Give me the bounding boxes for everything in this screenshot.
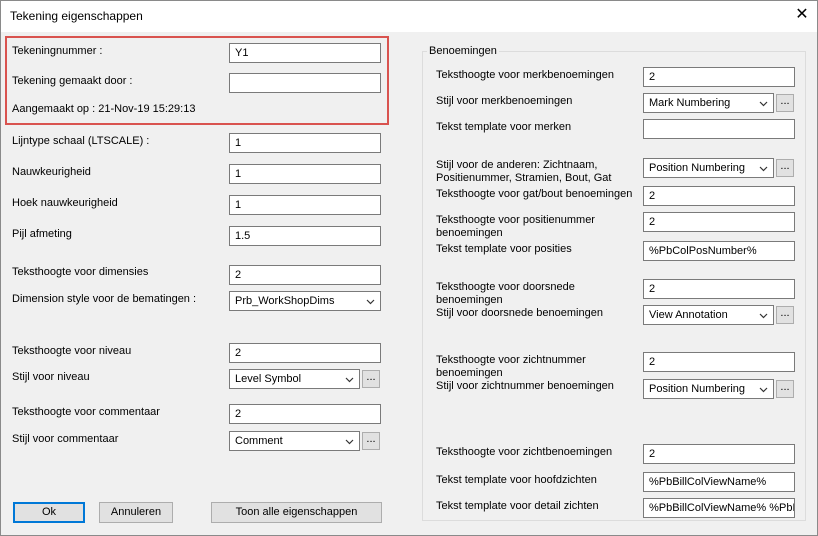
detail-view-template-input[interactable]: %PbBillColViewName% %PbBi [643, 498, 795, 518]
angle-precision-input[interactable]: 1 [229, 195, 381, 215]
drawing-number-label: Tekeningnummer : [12, 45, 103, 57]
created-label: Aangemaakt op : 21-Nov-19 15:29:13 [12, 103, 196, 115]
other-style-select[interactable]: Position Numbering [643, 158, 774, 178]
viewnum-text-height-label-line1: Teksthoogte voor zichtnummer [436, 354, 586, 366]
hole-bolt-text-height-label: Teksthoogte voor gat/bout benoemingen [436, 188, 633, 200]
chevron-down-icon [759, 387, 768, 393]
comment-style-select[interactable]: Comment [229, 431, 360, 451]
view-text-height-input[interactable]: 2 [643, 444, 795, 464]
precision-label: Nauwkeurigheid [12, 166, 91, 178]
drawn-by-input[interactable] [229, 73, 381, 93]
precision-input[interactable]: 1 [229, 164, 381, 184]
mark-style-browse-button[interactable]: ... [776, 94, 794, 112]
posnum-text-height-input[interactable]: 2 [643, 212, 795, 232]
detail-view-template-label: Tekst template voor detail zichten [436, 500, 599, 512]
viewnum-style-value: Position Numbering [649, 383, 745, 395]
section-text-height-label-line2: benoemingen [436, 294, 503, 306]
level-style-label: Stijl voor niveau [12, 371, 90, 383]
mark-template-input[interactable] [643, 119, 795, 139]
viewnum-style-browse-button[interactable]: ... [776, 380, 794, 398]
posnum-text-height-label-line2: benoemingen [436, 227, 503, 239]
view-text-height-label: Teksthoogte voor zichtbenoemingen [436, 446, 613, 458]
other-style-label-line1: Stijl voor de anderen: Zichtnaam, [436, 159, 598, 171]
comment-text-height-label: Teksthoogte voor commentaar [12, 406, 160, 418]
comment-text-height-input[interactable]: 2 [229, 404, 381, 424]
mark-style-select[interactable]: Mark Numbering [643, 93, 774, 113]
show-all-properties-button[interactable]: Toon alle eigenschappen [211, 502, 382, 523]
section-text-height-input[interactable]: 2 [643, 279, 795, 299]
ltscale-input[interactable]: 1 [229, 133, 381, 153]
viewnum-text-height-input[interactable]: 2 [643, 352, 795, 372]
chevron-down-icon [759, 166, 768, 172]
other-style-browse-button[interactable]: ... [776, 159, 794, 177]
viewnum-text-height-label-line2: benoemingen [436, 367, 503, 379]
section-style-label: Stijl voor doorsnede benoemingen [436, 307, 603, 319]
mark-style-value: Mark Numbering [649, 97, 731, 109]
main-view-template-label: Tekst template voor hoofdzichten [436, 474, 597, 486]
dim-text-height-label: Teksthoogte voor dimensies [12, 266, 149, 278]
posnum-text-height-label-line1: Teksthoogte voor positienummer [436, 214, 595, 226]
hole-bolt-text-height-input[interactable]: 2 [643, 186, 795, 206]
mark-text-height-input[interactable]: 2 [643, 67, 795, 87]
chevron-down-icon [366, 299, 375, 305]
section-style-select[interactable]: View Annotation [643, 305, 774, 325]
arrow-size-input[interactable]: 1.5 [229, 226, 381, 246]
section-text-height-label-line1: Teksthoogte voor doorsnede [436, 281, 575, 293]
comment-style-browse-button[interactable]: ... [362, 432, 380, 450]
main-view-template-input[interactable]: %PbBillColViewName% [643, 472, 795, 492]
level-style-browse-button[interactable]: ... [362, 370, 380, 388]
dim-style-select[interactable]: Prb_WorkShopDims [229, 291, 381, 311]
cancel-button[interactable]: Annuleren [99, 502, 173, 523]
level-text-height-input[interactable]: 2 [229, 343, 381, 363]
ltscale-label: Lijntype schaal (LTSCALE) : [12, 135, 150, 147]
other-style-value: Position Numbering [649, 162, 745, 174]
chevron-down-icon [759, 313, 768, 319]
drawing-number-input[interactable]: Y1 [229, 43, 381, 63]
position-template-label: Tekst template voor posities [436, 243, 572, 255]
comment-style-value: Comment [235, 435, 283, 447]
position-template-input[interactable]: %PbColPosNumber% [643, 241, 795, 261]
window-title: Tekening eigenschappen [10, 9, 143, 23]
angle-precision-label: Hoek nauwkeurigheid [12, 197, 118, 209]
dim-style-label: Dimension style voor de bematingen : [12, 293, 197, 305]
level-text-height-label: Teksthoogte voor niveau [12, 345, 132, 357]
dim-style-value: Prb_WorkShopDims [235, 295, 335, 307]
mark-style-label: Stijl voor merkbenoemingen [436, 95, 573, 107]
level-style-value: Level Symbol [235, 373, 302, 385]
other-style-label-line2: Positienummer, Stramien, Bout, Gat [436, 172, 612, 184]
ok-button[interactable]: Ok [13, 502, 85, 523]
benoemingen-group-title: Benoemingen [427, 45, 499, 57]
close-icon[interactable]: ✕ [792, 5, 812, 25]
level-style-select[interactable]: Level Symbol [229, 369, 360, 389]
chevron-down-icon [345, 377, 354, 383]
comment-style-label: Stijl voor commentaar [12, 433, 119, 445]
dim-text-height-input[interactable]: 2 [229, 265, 381, 285]
arrow-size-label: Pijl afmeting [12, 228, 72, 240]
viewnum-style-select[interactable]: Position Numbering [643, 379, 774, 399]
chevron-down-icon [759, 101, 768, 107]
chevron-down-icon [345, 439, 354, 445]
viewnum-style-label: Stijl voor zichtnummer benoemingen [436, 380, 614, 392]
mark-template-label: Tekst template voor merken [436, 121, 572, 133]
drawn-by-label: Tekening gemaakt door : [12, 75, 133, 87]
mark-text-height-label: Teksthoogte voor merkbenoemingen [436, 69, 614, 81]
section-style-browse-button[interactable]: ... [776, 306, 794, 324]
section-style-value: View Annotation [649, 309, 728, 321]
